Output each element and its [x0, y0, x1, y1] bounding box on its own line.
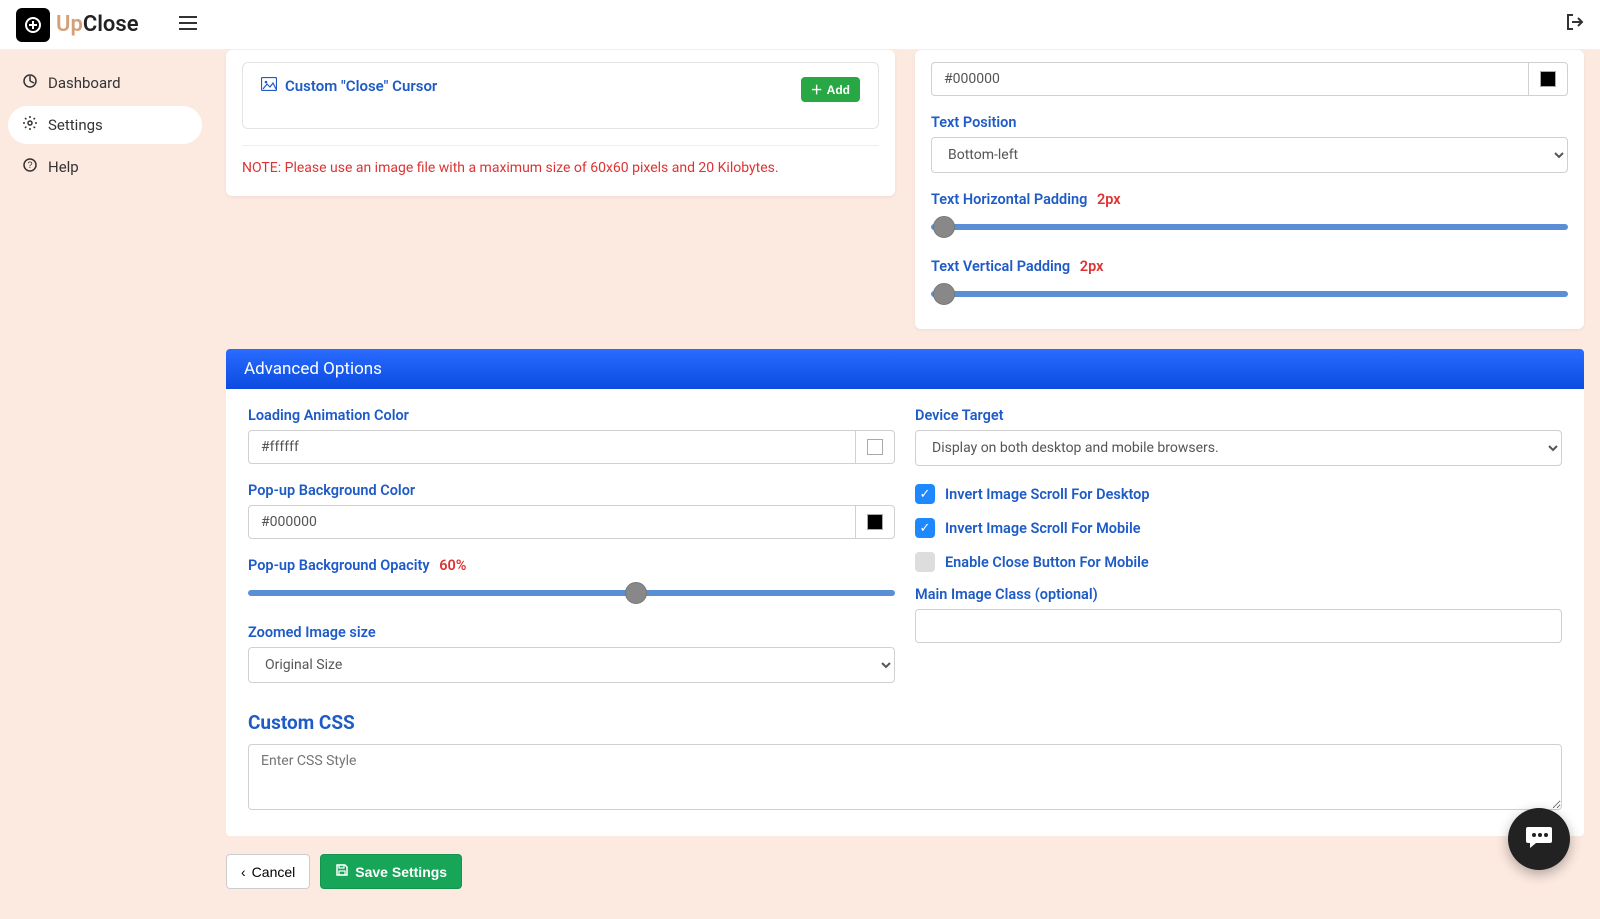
main-content: Custom "Close" Cursor ＋ Add NOTE: Please…: [210, 50, 1600, 919]
loading-color-label: Loading Animation Color: [248, 407, 895, 424]
sidebar-item-settings[interactable]: Settings: [8, 106, 202, 144]
checkbox-icon[interactable]: ✓: [915, 484, 935, 504]
h-pad-slider[interactable]: [931, 214, 1568, 240]
advanced-body: Loading Animation Color Pop-up Backgroun…: [226, 389, 1584, 836]
h-pad-label: Text Horizontal Padding 2px: [931, 191, 1568, 208]
save-label: Save Settings: [355, 864, 447, 880]
gear-icon: [22, 116, 38, 134]
logo-text-close: Close: [83, 12, 139, 37]
device-target-label: Device Target: [915, 407, 1562, 424]
svg-text:?: ?: [27, 160, 32, 170]
logo: UpClose: [16, 8, 139, 42]
text-color-input[interactable]: [931, 62, 1528, 96]
cursor-card: Custom "Close" Cursor ＋ Add NOTE: Please…: [226, 50, 895, 196]
cancel-label: Cancel: [252, 864, 296, 880]
footer-buttons: ‹ Cancel Save Settings: [226, 854, 1584, 889]
enable-close-mobile-label: Enable Close Button For Mobile: [945, 554, 1149, 571]
logout-icon[interactable]: [1566, 13, 1584, 36]
checkbox-icon[interactable]: ✓: [915, 518, 935, 538]
checkbox-icon[interactable]: ✓: [915, 552, 935, 572]
cursor-title: Custom "Close" Cursor: [261, 77, 437, 95]
popup-opacity-slider[interactable]: [248, 580, 895, 606]
text-color-swatch[interactable]: [1528, 62, 1568, 96]
enable-close-mobile-row[interactable]: ✓ Enable Close Button For Mobile: [915, 552, 1562, 572]
cancel-button[interactable]: ‹ Cancel: [226, 854, 310, 889]
text-settings-card: Text Position Bottom-left Text Horizonta…: [915, 50, 1584, 329]
invert-mobile-label: Invert Image Scroll For Mobile: [945, 520, 1141, 537]
invert-mobile-row[interactable]: ✓ Invert Image Scroll For Mobile: [915, 518, 1562, 538]
logo-mark-icon: [16, 8, 50, 42]
custom-css-textarea[interactable]: [248, 744, 1562, 810]
sidebar-item-label: Dashboard: [48, 74, 121, 92]
dashboard-icon: [22, 74, 38, 92]
cursor-note: NOTE: Please use an image file with a ma…: [242, 160, 879, 176]
v-pad-slider[interactable]: [931, 281, 1568, 307]
save-icon: [335, 863, 349, 880]
add-button-label: Add: [827, 83, 850, 97]
invert-desktop-row[interactable]: ✓ Invert Image Scroll For Desktop: [915, 484, 1562, 504]
chat-icon: [1524, 821, 1554, 858]
popup-opacity-label: Pop-up Background Opacity 60%: [248, 557, 895, 574]
logo-text-up: Up: [56, 12, 83, 37]
popup-bg-input[interactable]: [248, 505, 855, 539]
hamburger-icon[interactable]: [179, 14, 197, 35]
device-target-select[interactable]: Display on both desktop and mobile brows…: [915, 430, 1562, 466]
topbar: UpClose: [0, 0, 1600, 50]
chat-fab[interactable]: [1508, 808, 1570, 870]
cursor-upload-row: Custom "Close" Cursor ＋ Add: [242, 62, 879, 129]
text-position-label: Text Position: [931, 114, 1568, 131]
custom-css-title: Custom CSS: [248, 711, 1562, 734]
zoom-size-label: Zoomed Image size: [248, 624, 895, 641]
sidebar-item-dashboard[interactable]: Dashboard: [8, 64, 202, 102]
main-image-class-label: Main Image Class (optional): [915, 586, 1562, 603]
image-icon: [261, 77, 277, 95]
loading-color-input[interactable]: [248, 430, 855, 464]
help-icon: ?: [22, 158, 38, 176]
divider: [242, 145, 879, 146]
advanced-header: Advanced Options: [226, 349, 1584, 389]
popup-bg-label: Pop-up Background Color: [248, 482, 895, 499]
sidebar-item-label: Settings: [48, 116, 103, 134]
sidebar: Dashboard Settings ? Help: [0, 50, 210, 919]
sidebar-item-help[interactable]: ? Help: [8, 148, 202, 186]
cursor-title-text: Custom "Close" Cursor: [285, 77, 437, 95]
zoom-size-select[interactable]: Original Size: [248, 647, 895, 683]
sidebar-item-label: Help: [48, 158, 79, 176]
chevron-left-icon: ‹: [241, 864, 246, 880]
loading-color-swatch[interactable]: [855, 430, 895, 464]
main-image-class-input[interactable]: [915, 609, 1562, 643]
save-button[interactable]: Save Settings: [320, 854, 462, 889]
popup-bg-swatch[interactable]: [855, 505, 895, 539]
add-cursor-button[interactable]: ＋ Add: [801, 77, 860, 102]
plus-icon: ＋: [811, 81, 823, 98]
text-position-select[interactable]: Bottom-left: [931, 137, 1568, 173]
invert-desktop-label: Invert Image Scroll For Desktop: [945, 486, 1150, 503]
v-pad-label: Text Vertical Padding 2px: [931, 258, 1568, 275]
